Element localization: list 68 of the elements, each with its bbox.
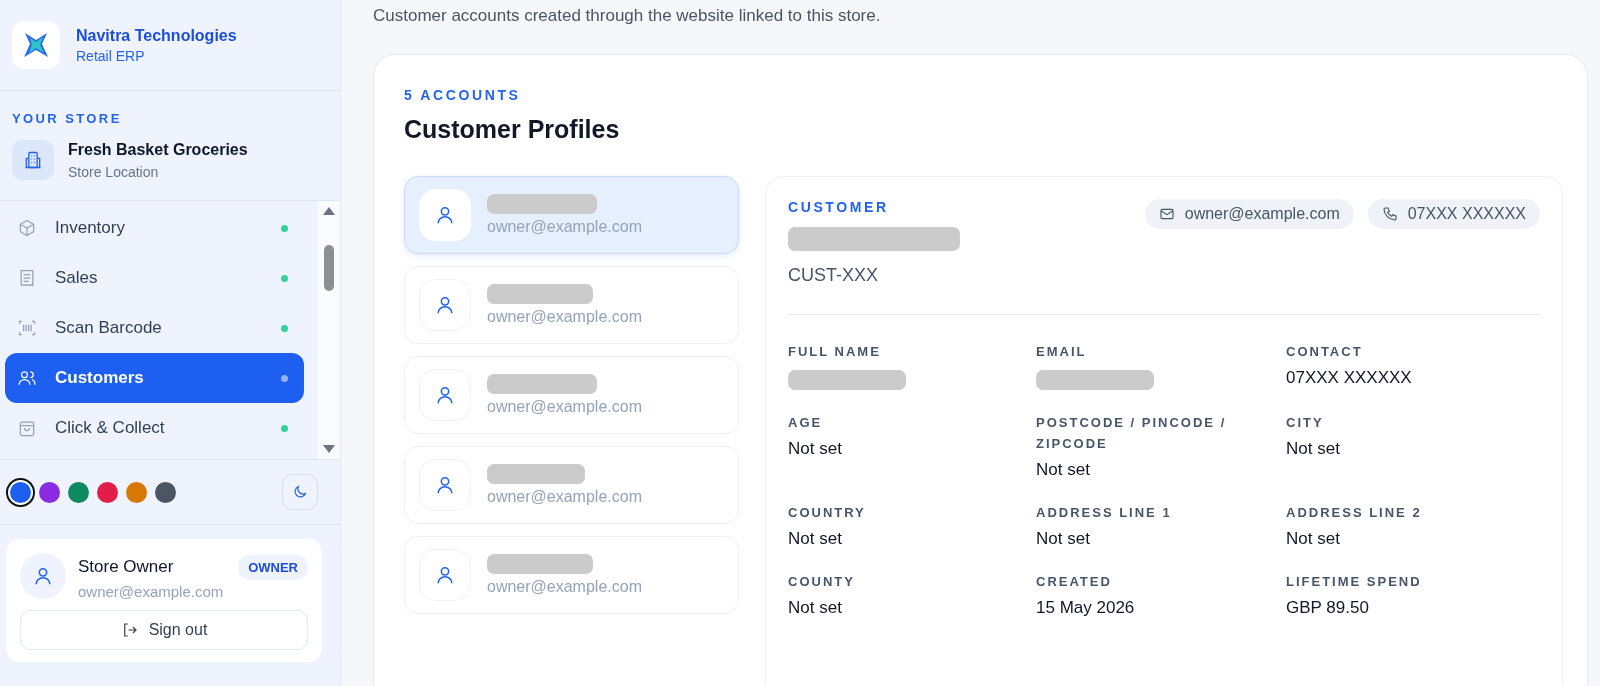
field-label: POSTCODE / PINCODE / ZIPCODE <box>1036 414 1228 453</box>
detail-heading: CUSTOMER <box>788 199 890 215</box>
field-label: COUNTY <box>788 573 856 591</box>
customer-id: CUST-XXX <box>788 265 880 286</box>
email-chip[interactable]: owner@example.com <box>1144 199 1354 229</box>
dark-mode-button[interactable] <box>282 474 318 510</box>
customer-email: owner@example.com <box>487 578 642 596</box>
nav-item[interactable]: Click & Collect <box>5 403 304 453</box>
field-label: CITY <box>1286 414 1325 432</box>
status-dot <box>281 324 288 332</box>
field-value: Not set <box>788 439 843 459</box>
phone-icon <box>1381 206 1398 222</box>
field-label: LIFETIME SPEND <box>1286 573 1423 591</box>
nav-item[interactable]: Inventory <box>5 203 304 253</box>
field-value: 15 May 2026 <box>1036 598 1136 618</box>
section-title: Customer Profiles <box>404 115 621 144</box>
customer-email: owner@example.com <box>487 308 642 326</box>
field-label: ADDRESS LINE 2 <box>1286 504 1423 522</box>
nav-item[interactable]: Customers <box>5 353 304 403</box>
barcode-icon <box>17 318 37 338</box>
field-label: EMAIL <box>1036 343 1088 361</box>
color-swatch[interactable] <box>126 481 147 503</box>
customer-email: owner@example.com <box>487 398 642 416</box>
field-label: CREATED <box>1036 573 1113 591</box>
nav-item[interactable]: Sales <box>5 253 304 303</box>
account-count: 5 ACCOUNTS <box>404 87 522 103</box>
building-icon <box>12 140 54 180</box>
phone-chip[interactable]: 07XXX XXXXXX <box>1367 199 1540 229</box>
logo-icon <box>12 21 60 69</box>
field-value: Not set <box>788 598 843 618</box>
sign-out-button[interactable]: Sign out <box>20 610 308 650</box>
moon-icon <box>292 484 308 500</box>
field-label: ADDRESS LINE 1 <box>1036 504 1173 522</box>
store-name: Fresh Basket Groceries <box>68 140 248 159</box>
field-value: GBP 89.50 <box>1286 598 1370 618</box>
status-dot <box>281 274 288 282</box>
color-swatch[interactable] <box>97 481 118 503</box>
field-label: AGE <box>788 414 824 432</box>
color-swatch[interactable] <box>155 481 176 503</box>
field-value: Not set <box>1036 460 1091 480</box>
box-icon <box>17 218 37 238</box>
color-swatch[interactable] <box>39 481 60 503</box>
field-value: Not set <box>1286 439 1341 459</box>
field-value: Not set <box>1286 529 1341 549</box>
scrollbar[interactable] <box>318 201 340 459</box>
page-description: Customer accounts created through the website linked to this store. <box>373 6 882 26</box>
role-badge: OWNER <box>238 555 308 580</box>
field-value: 07XXX XXXXXX <box>1286 368 1413 388</box>
field-label: CONTACT <box>1286 343 1364 361</box>
store-location: Store Location <box>68 163 160 180</box>
field-label: FULL NAME <box>788 343 882 361</box>
status-dot <box>281 424 288 432</box>
status-dot <box>281 224 288 232</box>
user-name: Store Owner <box>78 557 175 577</box>
field-value: Not set <box>788 529 843 549</box>
brand-subtitle: Retail ERP <box>76 47 146 64</box>
color-swatch[interactable] <box>68 481 89 503</box>
mail-icon <box>1158 206 1175 222</box>
users-icon <box>17 368 37 388</box>
field-label: COUNTRY <box>788 504 867 522</box>
nav-item[interactable]: Scan Barcode <box>5 303 304 353</box>
field-value: Not set <box>1036 529 1091 549</box>
customer-email: owner@example.com <box>487 488 642 506</box>
section-heading: YOUR STORE <box>12 111 123 126</box>
customer-email: owner@example.com <box>487 218 642 236</box>
user-email: owner@example.com <box>78 583 225 600</box>
brand-name: Navitra Technologies <box>76 26 237 45</box>
status-dot <box>281 374 288 382</box>
